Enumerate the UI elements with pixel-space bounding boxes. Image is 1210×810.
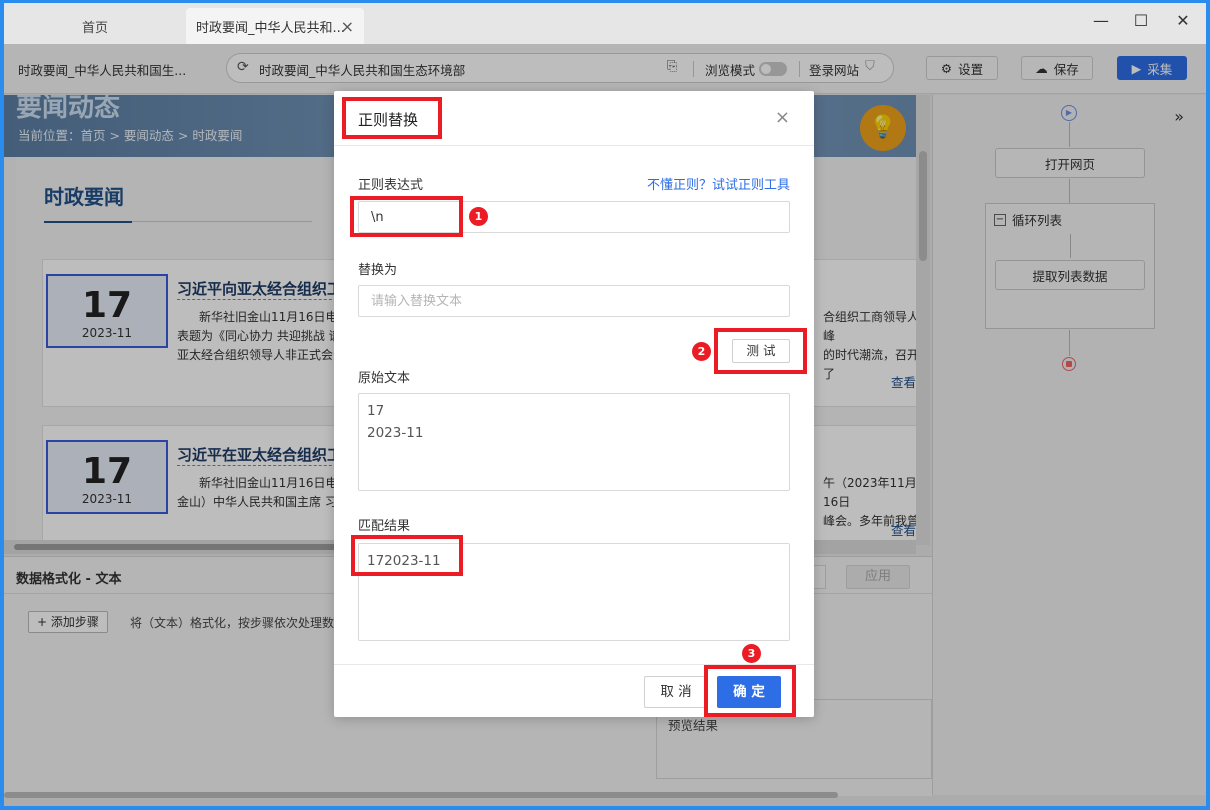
close-icon[interactable]: ×	[775, 107, 790, 128]
replace-input[interactable]	[358, 285, 790, 317]
minimize-icon[interactable]: —	[1090, 10, 1112, 32]
confirm-button[interactable]: 确 定	[717, 676, 781, 708]
match-result-label: 匹配结果	[358, 519, 411, 534]
step-badge: 3	[742, 644, 761, 663]
regex-replace-dialog: 正则替换 × 正则表达式 不懂正则？试试正则工具 替换为 测 试 原始文本 17…	[334, 91, 814, 717]
tab-current-label: 时政要闻_中华人民共和...	[196, 20, 345, 36]
original-text-area[interactable]: 17 2023-11	[358, 393, 790, 491]
cancel-button[interactable]: 取 消	[644, 676, 708, 708]
divider	[334, 664, 814, 665]
maximize-icon[interactable]: ☐	[1130, 10, 1152, 32]
match-result-area[interactable]: 172023-11	[358, 543, 790, 641]
regex-tool-link[interactable]: 不懂正则？试试正则工具	[647, 174, 790, 193]
close-window-icon[interactable]: ✕	[1172, 10, 1194, 32]
tab-home-label: 首页	[81, 20, 108, 36]
divider	[334, 145, 814, 146]
window-titlebar: 首页 时政要闻_中华人民共和... × — ☐ ✕	[0, 0, 1210, 44]
tab-current-page[interactable]: 时政要闻_中华人民共和... ×	[186, 8, 364, 44]
original-text-label: 原始文本	[358, 371, 411, 386]
replace-label: 替换为	[358, 263, 398, 278]
test-button[interactable]: 测 试	[732, 339, 790, 363]
tab-home[interactable]: 首页	[6, 8, 184, 44]
regex-input[interactable]	[358, 201, 790, 233]
step-badge: 1	[469, 207, 488, 226]
dialog-title: 正则替换	[358, 111, 419, 129]
step-badge: 2	[692, 342, 711, 361]
regex-label: 正则表达式	[358, 178, 424, 193]
close-tab-icon[interactable]: ×	[341, 17, 354, 36]
